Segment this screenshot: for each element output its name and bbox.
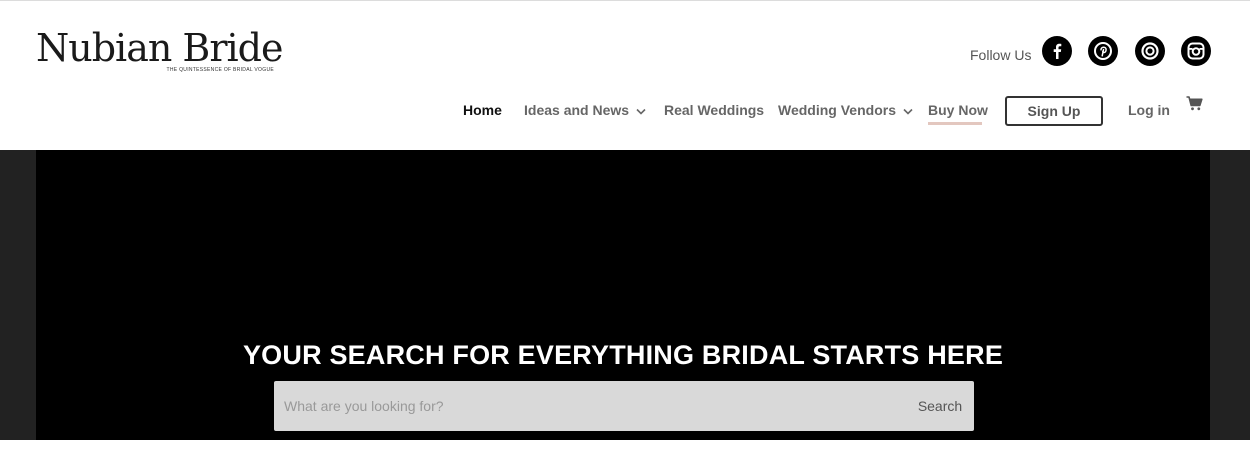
site-header: Nubian Bride The Quintessence of Bridal … xyxy=(0,1,1250,150)
pinterest-icon[interactable] xyxy=(1088,36,1118,66)
cart-icon[interactable] xyxy=(1186,96,1203,116)
search-button[interactable]: Search xyxy=(906,381,974,431)
nav-log-in-label: Log in xyxy=(1128,102,1170,118)
nav-ideas-label: Ideas and News xyxy=(524,102,630,118)
nav-ideas-and-news[interactable]: Ideas and News xyxy=(524,101,646,119)
bottom-strip xyxy=(0,440,1250,449)
logo-wordmark: Nubian Bride xyxy=(36,26,283,70)
nav-real-weddings-label: Real Weddings xyxy=(664,102,765,118)
nav-buy-now[interactable]: Buy Now xyxy=(928,101,988,119)
nav-home[interactable]: Home xyxy=(463,101,502,119)
hero-title: YOUR SEARCH FOR EVERYTHING BRIDAL STARTS… xyxy=(242,340,1004,370)
logo-tagline: The Quintessence of Bridal Vogue xyxy=(166,67,274,73)
chevron-down-icon xyxy=(636,108,646,115)
nav-log-in[interactable]: Log in xyxy=(1128,101,1170,119)
instagram-icon[interactable] xyxy=(1181,36,1211,66)
nav-vendors-label: Wedding Vendors xyxy=(778,102,896,118)
facebook-icon[interactable] xyxy=(1042,36,1072,66)
nav-wedding-vendors[interactable]: Wedding Vendors xyxy=(778,101,913,119)
nav-real-weddings[interactable]: Real Weddings xyxy=(664,101,764,119)
issuu-icon[interactable] xyxy=(1135,36,1165,66)
search-form: Search xyxy=(274,381,974,431)
site-logo[interactable]: Nubian Bride The Quintessence of Bridal … xyxy=(36,26,283,75)
sign-up-button[interactable]: Sign Up xyxy=(1005,96,1103,126)
chevron-down-icon xyxy=(903,108,913,115)
search-input[interactable] xyxy=(274,381,894,431)
follow-us-label: Follow Us xyxy=(970,47,1032,63)
nav-buy-now-label: Buy Now xyxy=(928,102,988,118)
buy-now-underline xyxy=(928,122,982,125)
nav-home-label: Home xyxy=(463,102,502,118)
